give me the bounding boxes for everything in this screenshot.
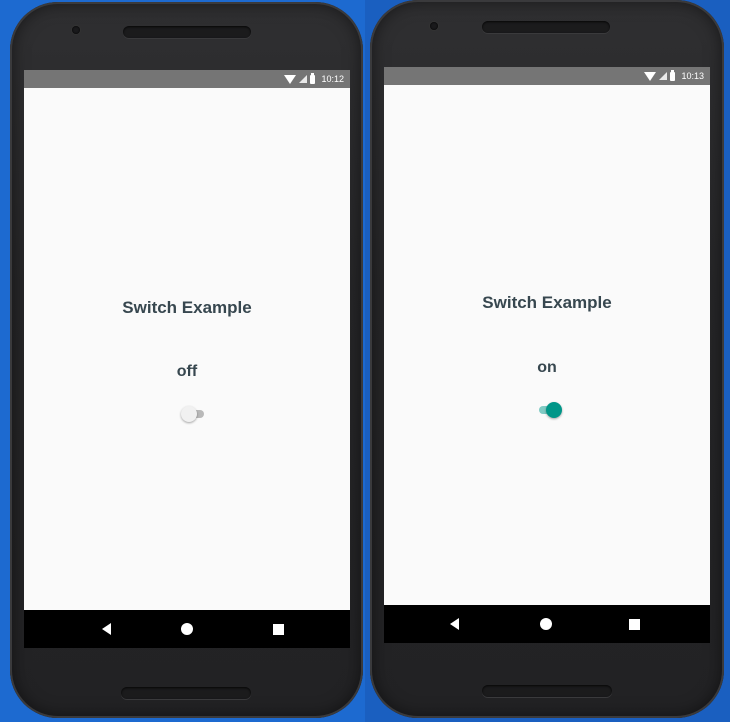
screen-title: Switch Example [482,293,612,312]
earpiece-speaker [123,26,251,38]
back-icon [101,623,111,635]
switch-thumb [181,406,197,422]
signal-icon [659,72,668,80]
navigation-bar [24,610,350,648]
home-icon [540,618,552,630]
phone-screen: 10:12 Switch Example off [24,70,350,648]
status-time: 10:12 [321,74,344,84]
earpiece-speaker [482,21,610,33]
recents-icon [272,623,284,635]
switch-state-label: on [537,359,557,376]
home-icon [181,623,193,635]
front-camera [430,22,438,30]
battery-icon [670,69,676,81]
signal-icon [299,75,308,83]
screen-title: Switch Example [122,298,252,317]
toggle-switch[interactable] [536,401,562,419]
home-button[interactable] [526,605,566,643]
wifi-icon [284,74,297,84]
switch-thumb [546,402,562,418]
status-time: 10:13 [681,71,704,81]
bottom-speaker [482,685,612,697]
status-bar: 10:13 [384,67,710,85]
recents-button[interactable] [614,605,654,643]
bottom-speaker [121,687,251,699]
back-button[interactable] [86,610,126,648]
recents-button[interactable] [258,610,298,648]
navigation-bar [384,605,710,643]
wifi-icon [644,71,657,81]
toggle-switch[interactable] [181,405,207,423]
status-bar: 10:12 [24,70,350,88]
phone-device-left: 10:12 Switch Example off [10,2,363,718]
battery-icon [310,72,316,84]
front-camera [72,26,80,34]
back-icon [449,618,459,630]
phone-screen: 10:13 Switch Example on [384,67,710,643]
back-button[interactable] [434,605,474,643]
switch-state-label: off [176,363,198,380]
phone-device-right: 10:13 Switch Example on [370,0,724,718]
recents-icon [628,618,640,630]
home-button[interactable] [167,610,207,648]
